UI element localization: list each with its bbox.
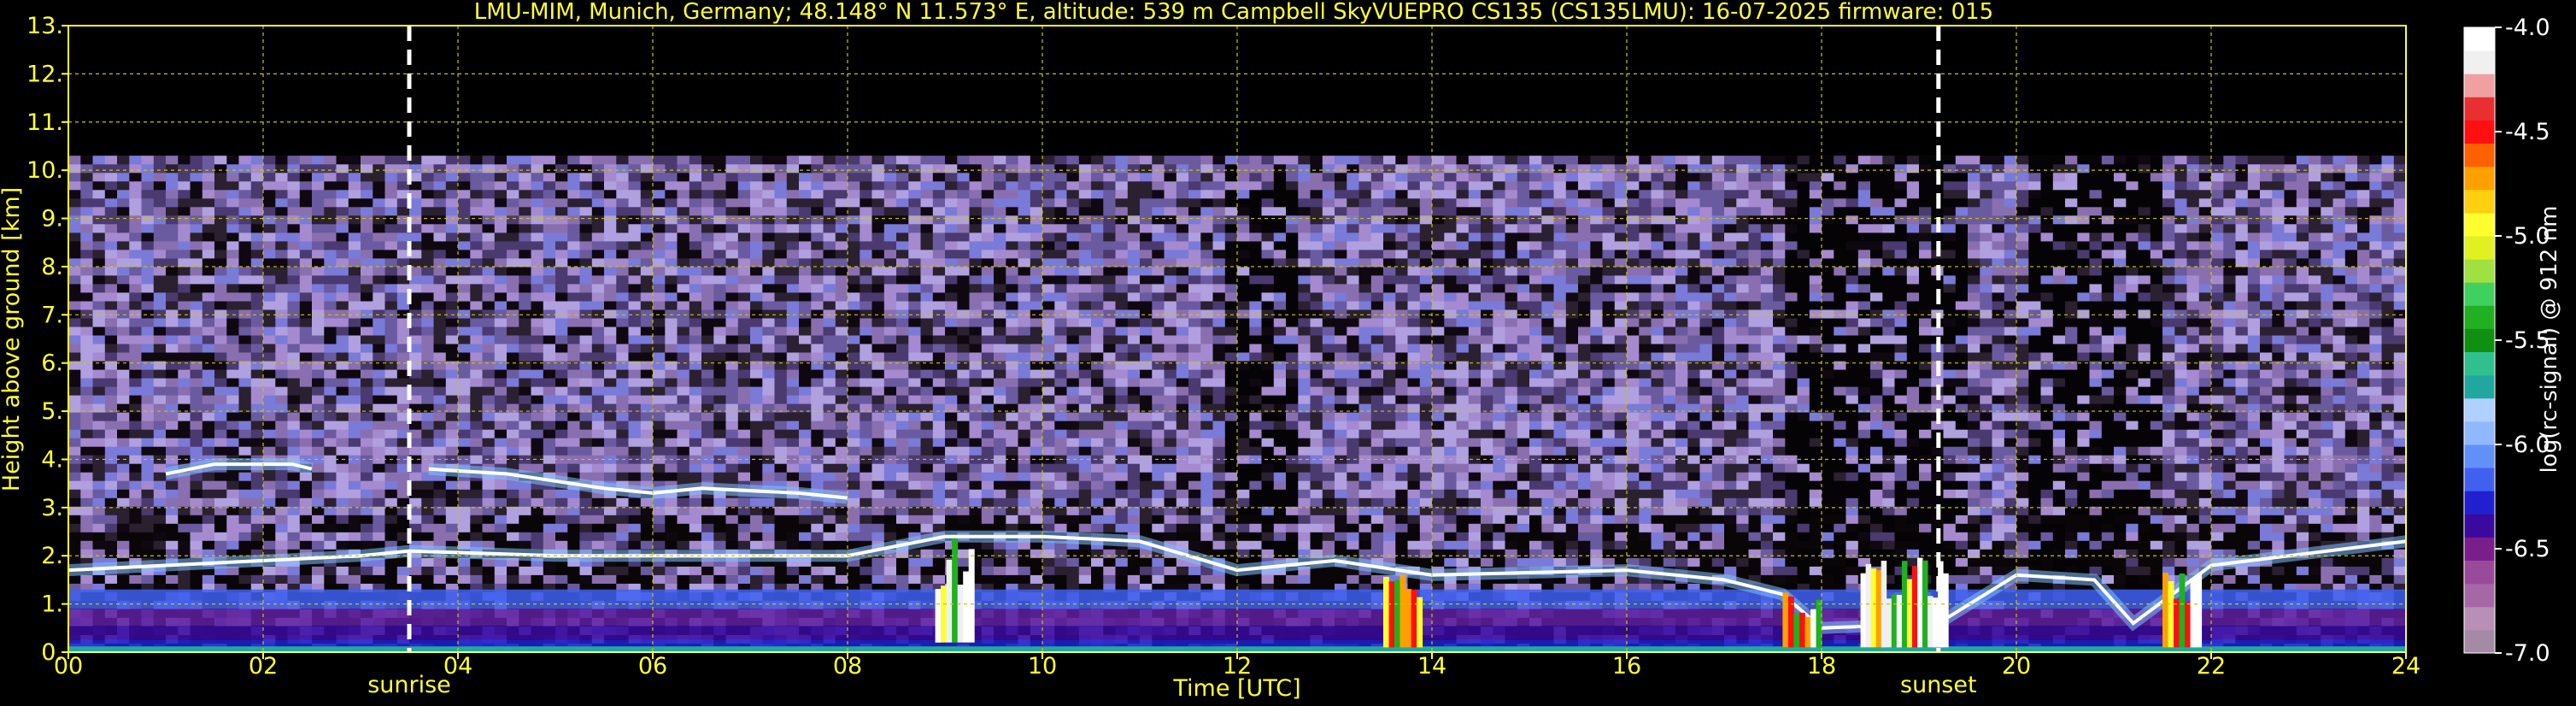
y-tick-label: 1. [41, 591, 63, 618]
y-tick-label: 5. [41, 398, 63, 425]
colorbar-swatch [2464, 537, 2495, 561]
y-tick-label: 2. [41, 543, 63, 569]
ceilometer-figure: LMU-MIM, Munich, Germany; 48.148° N 11.5… [0, 0, 2576, 706]
marker-label-sunset: sunset [1900, 672, 1977, 698]
colorbar-swatch [2464, 189, 2495, 214]
colorbar-swatches [2463, 26, 2496, 654]
y-tick-label: 8. [41, 254, 63, 280]
colorbar-tick-label: -7.0 [2505, 640, 2550, 667]
y-tick-label: 6. [41, 350, 63, 377]
colorbar-swatch [2464, 74, 2495, 97]
y-tick-label: 10. [26, 157, 63, 184]
colorbar-swatch [2464, 351, 2495, 376]
colorbar-swatch [2464, 491, 2495, 515]
y-tick-label: 11. [26, 109, 63, 136]
colorbar-tick-label: -4.0 [2505, 15, 2550, 41]
colorbar-swatch [2464, 236, 2495, 260]
colorbar-swatch [2464, 305, 2495, 329]
colorbar-swatch [2464, 444, 2495, 468]
x-tick-label: 02 [249, 653, 278, 680]
colorbar-swatch [2464, 120, 2495, 144]
y-tick-label: 4. [41, 446, 63, 473]
chart-title: LMU-MIM, Munich, Germany; 48.148° N 11.5… [474, 0, 1993, 25]
x-tick-label: 10 [1028, 653, 1057, 680]
colorbar-swatch [2464, 397, 2495, 422]
x-tick-label: 04 [443, 653, 472, 680]
x-tick-label: 20 [2002, 653, 2031, 680]
colorbar-swatch [2464, 468, 2495, 491]
colorbar-label: log(rc-signal) @ 912 nm [2537, 206, 2562, 474]
marker-label-sunrise: sunrise [367, 672, 451, 698]
x-axis-label: Time [UTC] [1172, 675, 1300, 702]
y-axis-label: Height above ground [km] [0, 187, 25, 491]
colorbar-swatch [2464, 212, 2495, 237]
colorbar-swatch [2464, 282, 2495, 306]
y-tick-label: 3. [41, 495, 63, 521]
colorbar-swatch [2464, 143, 2495, 168]
y-tick-label: 9. [41, 206, 63, 232]
x-tick-label: 16 [1612, 653, 1641, 680]
x-tick-label: 24 [2391, 653, 2421, 680]
colorbar-swatch [2464, 166, 2495, 191]
colorbar-swatch [2464, 560, 2495, 585]
colorbar-swatch [2464, 374, 2495, 399]
x-tick-label: 08 [833, 653, 862, 680]
x-tick-label: 14 [1417, 653, 1446, 680]
colorbar-tick-label: -4.5 [2505, 119, 2550, 145]
x-tick-label: 18 [1807, 653, 1836, 680]
high-signal-region [2162, 573, 2203, 648]
colorbar-swatch [2464, 27, 2495, 51]
y-tick-label: 12. [26, 61, 63, 87]
colorbar-tick-label: -6.5 [2505, 536, 2550, 562]
colorbar-swatch [2464, 50, 2495, 74]
colorbar-swatch [2464, 97, 2495, 121]
colorbar-swatch [2464, 514, 2495, 538]
x-tick-label: 22 [2197, 653, 2226, 680]
y-tick-label: 13. [26, 13, 63, 39]
colorbar-swatch [2464, 606, 2495, 631]
colorbar-swatch [2464, 583, 2495, 608]
y-tick-label: 0. [41, 639, 63, 666]
colorbar-swatch [2464, 259, 2495, 283]
y-tick-label: 7. [41, 302, 63, 328]
colorbar-swatch [2464, 328, 2495, 352]
colorbar-swatch [2464, 629, 2495, 654]
colorbar-swatch [2464, 421, 2495, 445]
x-tick-label: 06 [638, 653, 667, 680]
